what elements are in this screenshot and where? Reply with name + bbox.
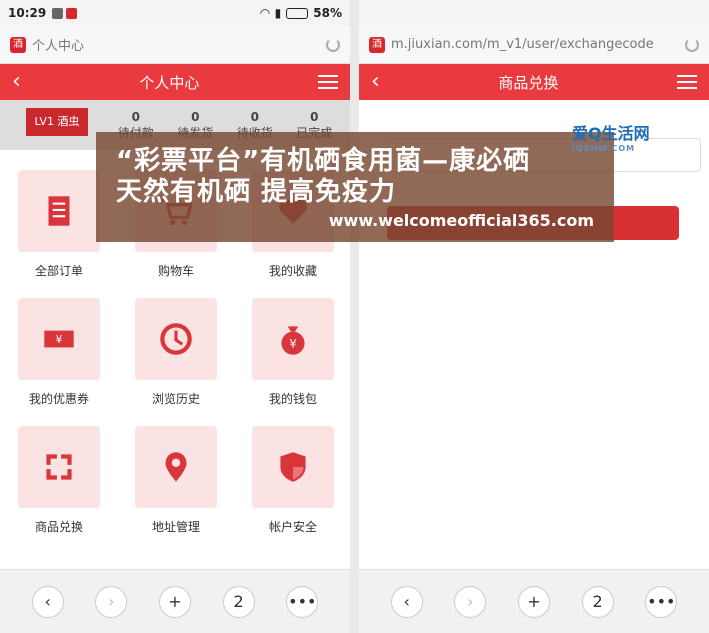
banner-subline: 天然有机硒 提高免疫力 xyxy=(116,177,397,207)
reload-icon[interactable] xyxy=(685,37,699,52)
browser-bottom-bar: ‹ › + 2 ••• xyxy=(359,569,709,633)
tabs-button[interactable]: 2 xyxy=(222,585,255,618)
shield-icon xyxy=(280,452,306,482)
status-right: ◠ ▮ 58% xyxy=(260,6,342,20)
signal-icon: ▮ xyxy=(274,6,282,20)
grid-item-wallet[interactable]: ¥ 我的钱包 xyxy=(248,298,338,407)
status-bar: 10:29 ◠ ▮ 58% xyxy=(0,0,350,26)
more-button[interactable]: ••• xyxy=(286,585,319,618)
svg-text:¥: ¥ xyxy=(289,336,296,350)
grid-item-label: 帐户安全 xyxy=(268,520,317,534)
left-phone-screen: 10:29 ◠ ▮ 58% 酒 个人中心 ‹ 个人中心 LV1 酒虫 0待付款 … xyxy=(0,0,350,633)
page-header: ‹ 商品兑换 xyxy=(359,64,709,100)
site-favicon-icon: 酒 xyxy=(10,36,26,53)
exchange-icon xyxy=(46,454,72,480)
overlay-ad-banner: “彩票平台”有机硒食用菌—康必硒 天然有机硒 提高免疫力 www.welcome… xyxy=(96,132,614,242)
url-bar[interactable]: 酒 m.jiuxian.com/m_v1/user/exchangecode xyxy=(359,26,709,64)
menu-icon[interactable] xyxy=(676,75,697,89)
level-badge: LV1 酒虫 xyxy=(26,108,88,136)
grid-item-label: 购物车 xyxy=(157,264,194,278)
svg-text:¥: ¥ xyxy=(56,334,63,346)
grid-item-exchange[interactable]: 商品兑换 xyxy=(14,426,104,535)
site-favicon-icon: 酒 xyxy=(369,36,385,53)
banner-headline: “彩票平台”有机硒食用菌—康必硒 xyxy=(116,146,531,176)
back-nav-button[interactable]: ‹ xyxy=(31,585,64,618)
grid-item-label: 我的钱包 xyxy=(268,392,317,406)
grid-item-label: 商品兑换 xyxy=(34,520,83,534)
app-notification-icon xyxy=(66,7,78,19)
page-header: ‹ 个人中心 xyxy=(0,64,350,100)
back-icon[interactable]: ‹ xyxy=(371,71,380,93)
money-bag-icon: ¥ xyxy=(281,326,305,355)
grid-item-history[interactable]: 浏览历史 xyxy=(131,298,221,407)
back-nav-button[interactable]: ‹ xyxy=(390,585,423,618)
grid-item-address[interactable]: 地址管理 xyxy=(131,426,221,535)
location-pin-icon xyxy=(165,452,187,482)
back-icon[interactable]: ‹ xyxy=(12,71,21,93)
grid-item-label: 我的优惠券 xyxy=(28,392,89,406)
battery-percent: 58% xyxy=(313,6,342,20)
document-icon xyxy=(48,196,70,226)
grid-item-label: 地址管理 xyxy=(151,520,200,534)
battery-icon xyxy=(286,7,309,19)
new-tab-button[interactable]: + xyxy=(517,585,550,618)
right-phone-screen: 酒 m.jiuxian.com/m_v1/user/exchangecode ‹… xyxy=(359,0,709,633)
status-time: 10:29 xyxy=(8,6,47,20)
browser-bottom-bar: ‹ › + 2 ••• xyxy=(0,569,350,633)
status-bar xyxy=(359,0,709,26)
url-text[interactable]: m.jiuxian.com/m_v1/user/exchangecode xyxy=(391,37,685,52)
forward-nav-button[interactable]: › xyxy=(95,585,128,618)
new-tab-button[interactable]: + xyxy=(158,585,191,618)
notification-icon xyxy=(52,7,64,19)
forward-nav-button[interactable]: › xyxy=(454,585,487,618)
coupon-icon: ¥ xyxy=(44,330,74,348)
grid-item-coupons[interactable]: ¥ 我的优惠券 xyxy=(14,298,104,407)
wifi-icon: ◠ xyxy=(260,6,270,20)
grid-item-label: 全部订单 xyxy=(34,264,83,278)
more-button[interactable]: ••• xyxy=(645,585,678,618)
url-bar[interactable]: 酒 个人中心 xyxy=(0,26,350,64)
tabs-button[interactable]: 2 xyxy=(581,585,614,618)
grid-item-security[interactable]: 帐户安全 xyxy=(248,426,338,535)
page-title: 个人中心 xyxy=(139,73,200,92)
banner-url: www.welcomeofficial365.com xyxy=(328,211,594,230)
grid-item-all-orders[interactable]: 全部订单 xyxy=(14,170,104,279)
reload-icon[interactable] xyxy=(326,37,340,52)
url-text[interactable]: 个人中心 xyxy=(32,35,326,54)
menu-icon[interactable] xyxy=(317,75,338,89)
page-title: 商品兑换 xyxy=(498,73,559,92)
clock-icon xyxy=(160,323,192,355)
grid-item-label: 浏览历史 xyxy=(151,392,200,406)
grid-item-label: 我的收藏 xyxy=(268,264,317,278)
watermark-logo: 爱Q生活网 IQSHW.COM xyxy=(572,124,650,153)
